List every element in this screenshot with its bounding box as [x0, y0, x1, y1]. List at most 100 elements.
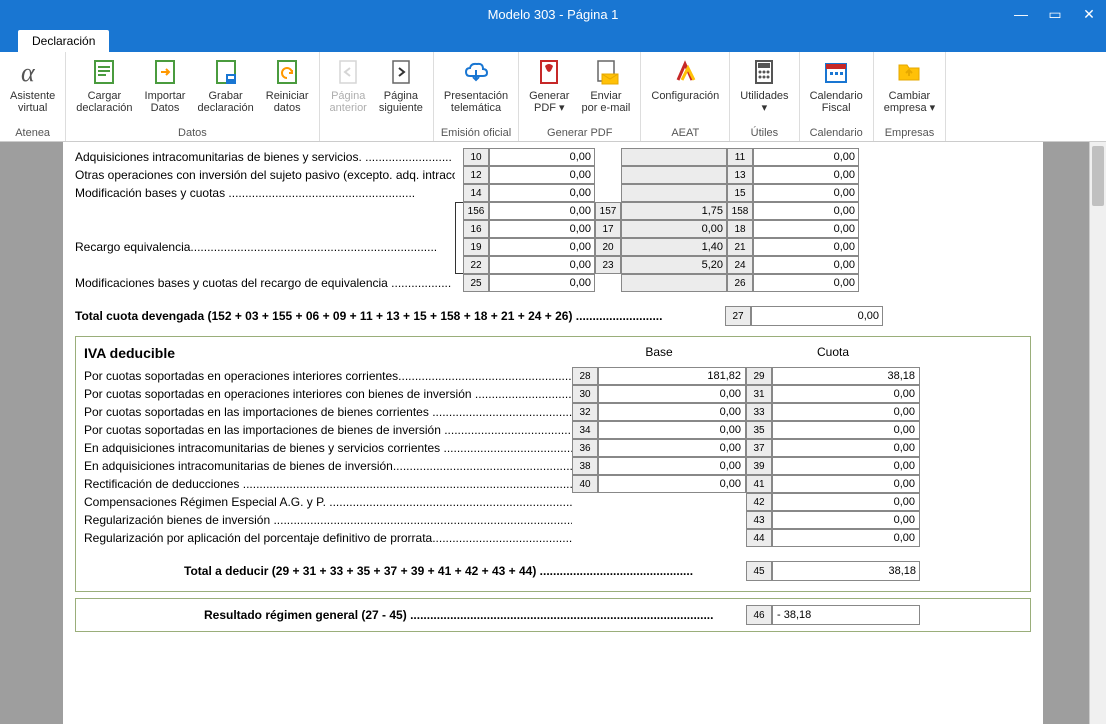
ribbon-btn-folder[interactable]: Cambiarempresa ▾ — [878, 54, 941, 125]
content-area: Adquisiciones intracomunitarias de biene… — [0, 142, 1106, 724]
minimize-button[interactable]: — — [1004, 0, 1038, 28]
row-label: Compensaciones Régimen Especial A.G. y P… — [84, 493, 572, 511]
titlebar: Modelo 303 - Página 1 — ▭ ✕ — [0, 0, 1106, 28]
row-label: Regularización bienes de inversión .....… — [84, 511, 572, 529]
field-num-31: 31 — [746, 385, 772, 403]
app-window: Modelo 303 - Página 1 — ▭ ✕ Declaración … — [0, 0, 1106, 724]
ribbon-label: Asistentevirtual — [10, 90, 55, 114]
field-num-41: 41 — [746, 475, 772, 493]
field-num-40: 40 — [572, 475, 598, 493]
field-val-14[interactable]: 0,00 — [489, 184, 595, 202]
form-page: Adquisiciones intracomunitarias de biene… — [63, 142, 1043, 724]
ribbon-group-label: Generar PDF — [523, 125, 636, 141]
field-val-12[interactable]: 0,00 — [489, 166, 595, 184]
row-label: Recargo equivalencia....................… — [75, 238, 455, 256]
field-num-43: 43 — [746, 511, 772, 529]
ribbon-label: CalendarioFiscal — [810, 90, 863, 114]
field-num-32: 32 — [572, 403, 598, 421]
field-val-31[interactable]: 0,00 — [772, 385, 920, 403]
doc-refresh-icon — [271, 56, 303, 88]
tab-declaracion[interactable]: Declaración — [18, 30, 109, 52]
field-num-157: 157 — [595, 202, 621, 220]
field-val-33[interactable]: 0,00 — [772, 403, 920, 421]
field-val-42[interactable]: 0,00 — [772, 493, 920, 511]
maximize-button[interactable]: ▭ — [1038, 0, 1072, 28]
row-label: Por cuotas soportadas en operaciones int… — [84, 385, 572, 403]
column-header-cuota: Cuota — [746, 345, 920, 367]
ribbon-btn-doc-refresh[interactable]: Reiniciardatos — [260, 54, 315, 125]
field-val-11[interactable]: 0,00 — [753, 148, 859, 166]
ribbon-label: Reiniciardatos — [266, 90, 309, 114]
ribbon-group-Útiles: Utilidades▾Útiles — [730, 52, 799, 141]
field-num-13: 13 — [727, 166, 753, 184]
field-val-39[interactable]: 0,00 — [772, 457, 920, 475]
field-num-10: 10 — [463, 148, 489, 166]
scrollbar-thumb[interactable] — [1092, 146, 1104, 206]
ribbon-btn-doc-green[interactable]: Cargardeclaración — [70, 54, 138, 125]
field-val-40[interactable]: 0,00 — [598, 475, 746, 493]
ribbon-btn-calendar[interactable]: CalendarioFiscal — [804, 54, 869, 125]
close-button[interactable]: ✕ — [1072, 0, 1106, 28]
field-val-43[interactable]: 0,00 — [772, 511, 920, 529]
ribbon-group-Calendario: CalendarioFiscalCalendario — [800, 52, 874, 141]
row-label — [75, 202, 455, 220]
field-val-45[interactable]: 38,18 — [772, 561, 920, 581]
ribbon-group-Datos: CargardeclaraciónImportarDatosGrabardecl… — [66, 52, 319, 141]
field-num-36: 36 — [572, 439, 598, 457]
tab-strip: Declaración — [0, 28, 1106, 52]
field-val-30[interactable]: 0,00 — [598, 385, 746, 403]
field-val-25[interactable]: 0,00 — [489, 274, 595, 292]
field-val-35[interactable]: 0,00 — [772, 421, 920, 439]
field-num-46: 46 — [746, 605, 772, 625]
field-val-44[interactable]: 0,00 — [772, 529, 920, 547]
field-val-22[interactable]: 0,00 — [489, 256, 595, 274]
field-num-27: 27 — [725, 306, 751, 326]
doc-disk-icon — [210, 56, 242, 88]
field-val-46[interactable]: - 38,18 — [772, 605, 920, 625]
field-val-38[interactable]: 0,00 — [598, 457, 746, 475]
field-val-34[interactable]: 0,00 — [598, 421, 746, 439]
field-val-24[interactable]: 0,00 — [753, 256, 859, 274]
field-num-38: 38 — [572, 457, 598, 475]
field-val-157: 1,75 — [621, 202, 727, 220]
ribbon-btn-calc[interactable]: Utilidades▾ — [734, 54, 794, 125]
field-val-41[interactable]: 0,00 — [772, 475, 920, 493]
ribbon-group-label: Útiles — [734, 125, 794, 141]
ribbon-btn-doc-disk[interactable]: Grabardeclaración — [191, 54, 259, 125]
field-val-156[interactable]: 0,00 — [489, 202, 595, 220]
field-num-33: 33 — [746, 403, 772, 421]
total-devengada-label: Total cuota devengada (152 + 03 + 155 + … — [75, 306, 725, 326]
field-val-158[interactable]: 0,00 — [753, 202, 859, 220]
field-num-45: 45 — [746, 561, 772, 581]
ribbon-label: Grabardeclaración — [197, 90, 253, 114]
ribbon-btn-mail[interactable]: Enviarpor e-mail — [575, 54, 636, 125]
field-num-39: 39 — [746, 457, 772, 475]
ribbon-btn-alpha[interactable]: αAsistentevirtual — [4, 54, 61, 125]
row-label: Regularización por aplicación del porcen… — [84, 529, 572, 547]
ribbon-btn-doc-arrow[interactable]: ImportarDatos — [139, 54, 192, 125]
field-val-37[interactable]: 0,00 — [772, 439, 920, 457]
field-val-21[interactable]: 0,00 — [753, 238, 859, 256]
ribbon-btn-aeat[interactable]: Configuración — [645, 54, 725, 125]
field-val-13[interactable]: 0,00 — [753, 166, 859, 184]
field-num-30: 30 — [572, 385, 598, 403]
field-val-29[interactable]: 38,18 — [772, 367, 920, 385]
window-controls: — ▭ ✕ — [1004, 0, 1106, 28]
field-val-36[interactable]: 0,00 — [598, 439, 746, 457]
ribbon-btn-cloud[interactable]: Presentacióntelemática — [438, 54, 514, 125]
section-title-deducible: IVA deducible — [84, 345, 572, 361]
ribbon-btn-page-next[interactable]: Páginasiguiente — [373, 54, 429, 137]
scrollbar-vertical[interactable] — [1089, 142, 1106, 724]
field-val-17: 0,00 — [621, 220, 727, 238]
field-val-27[interactable]: 0,00 — [751, 306, 883, 326]
field-val-15[interactable]: 0,00 — [753, 184, 859, 202]
field-num-156: 156 — [463, 202, 489, 220]
field-val-28[interactable]: 181,82 — [598, 367, 746, 385]
field-val-18[interactable]: 0,00 — [753, 220, 859, 238]
field-val-32[interactable]: 0,00 — [598, 403, 746, 421]
field-val-19[interactable]: 0,00 — [489, 238, 595, 256]
field-val-16[interactable]: 0,00 — [489, 220, 595, 238]
field-val-10[interactable]: 0,00 — [489, 148, 595, 166]
field-val-26[interactable]: 0,00 — [753, 274, 859, 292]
ribbon-btn-pdf[interactable]: GenerarPDF ▾ — [523, 54, 575, 125]
